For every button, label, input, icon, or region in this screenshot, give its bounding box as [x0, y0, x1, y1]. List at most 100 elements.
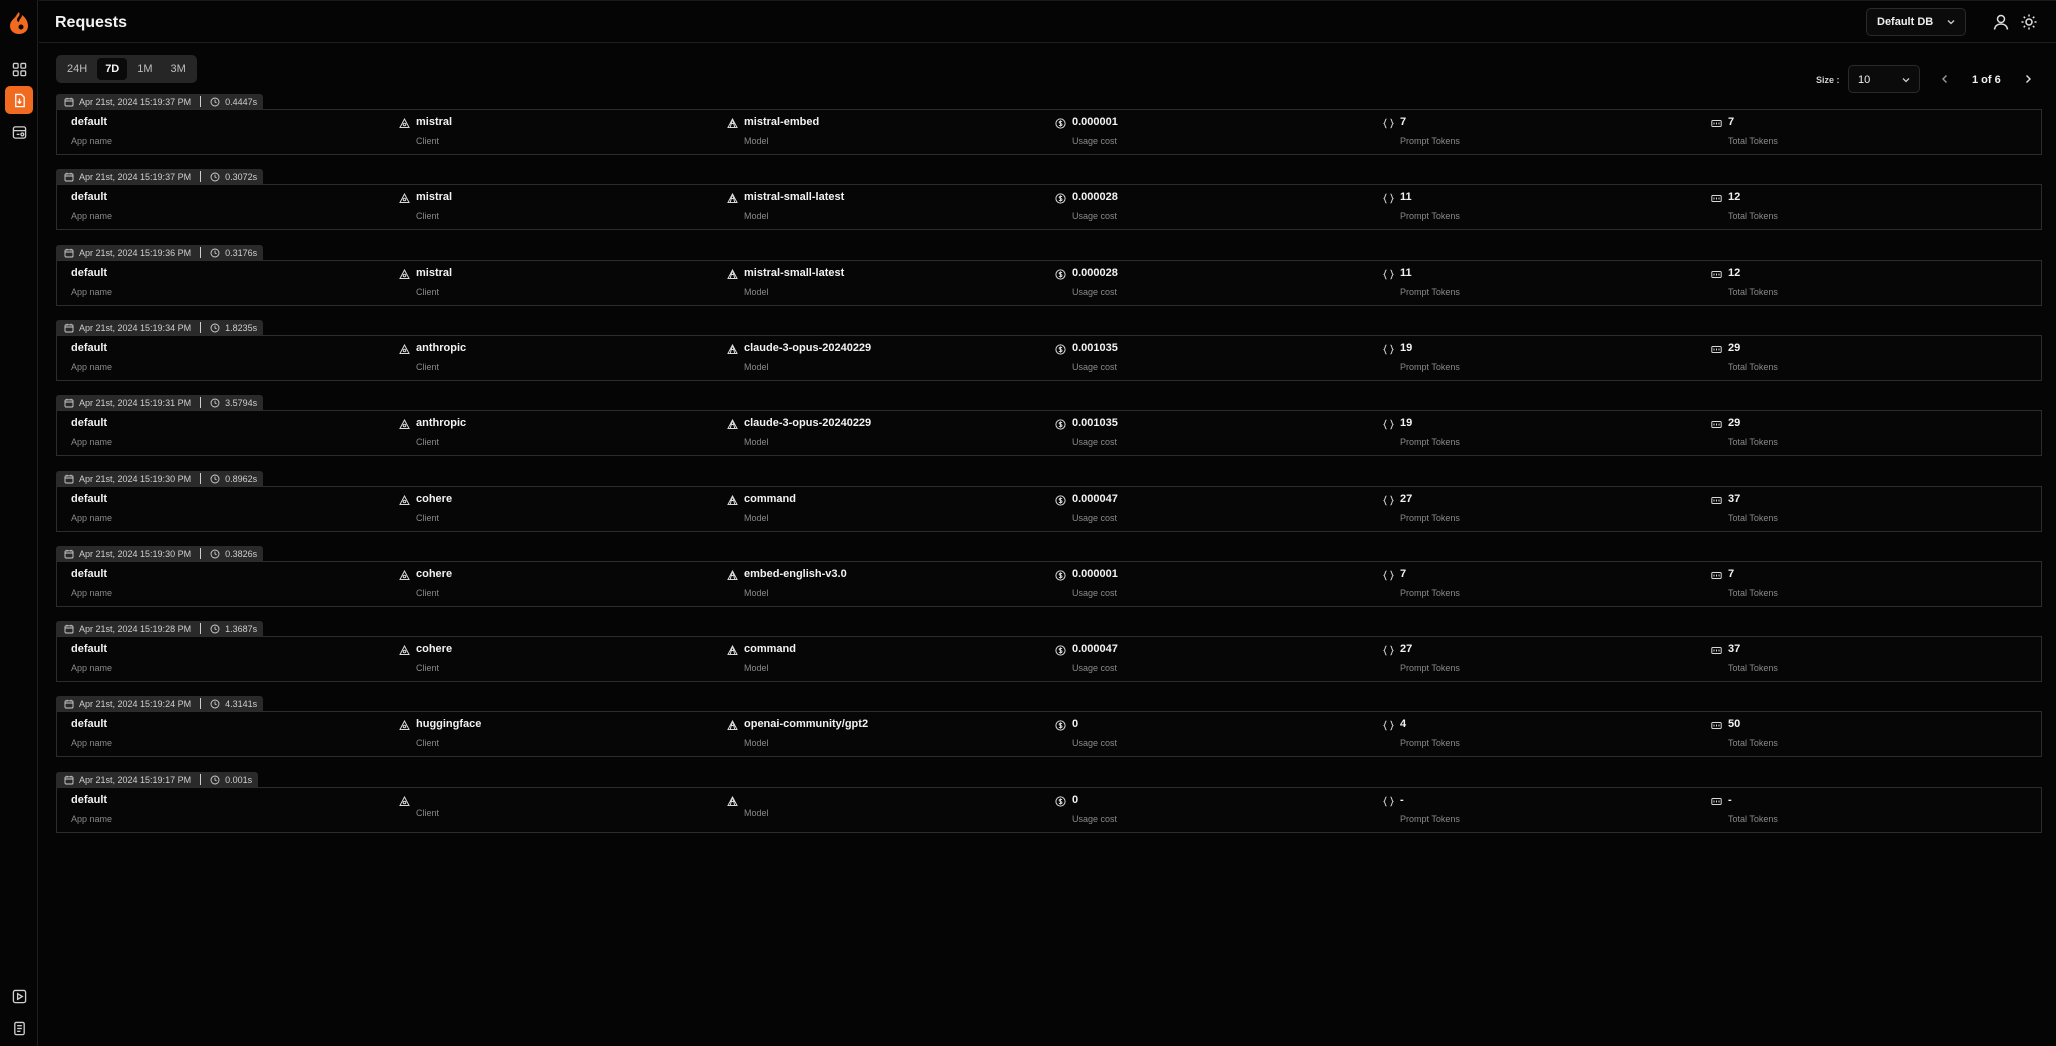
model-label: Model — [744, 663, 769, 673]
dollar-icon — [1055, 495, 1066, 506]
model-icon — [727, 495, 738, 505]
request-timestamp: Apr 21st, 2024 15:19:30 PM — [79, 473, 192, 484]
sidebar — [0, 0, 38, 1046]
request-row[interactable]: Apr 21st, 2024 15:19:36 PM 0.3176s default… — [56, 245, 2042, 311]
nav-playground[interactable] — [5, 982, 33, 1010]
client-value: cohere — [416, 493, 453, 505]
model-label: Model — [744, 136, 769, 146]
request-card[interactable]: default App name mistral Client mistral-smal… — [56, 184, 2042, 230]
request-card[interactable]: default App name Client Model 0 Usage cost - Pr… — [56, 787, 2042, 833]
usage-cost-value: 0.000028 — [1072, 267, 1118, 279]
meta-divider — [200, 247, 202, 258]
request-row[interactable]: Apr 21st, 2024 15:19:31 PM 3.5794s default… — [56, 395, 2042, 461]
next-page-icon[interactable] — [2021, 72, 2035, 86]
nav-dashboard[interactable] — [5, 55, 33, 83]
clock-icon — [210, 398, 220, 407]
app-name-value: default — [71, 267, 108, 279]
meta-divider — [200, 698, 202, 709]
prompt-tokens-label: Prompt Tokens — [1400, 814, 1460, 824]
meta-divider — [200, 473, 202, 484]
total-tokens-label: Total Tokens — [1728, 588, 1778, 598]
dollar-icon — [1055, 419, 1066, 430]
request-timestamp: Apr 21st, 2024 15:19:31 PM — [79, 397, 192, 408]
clock-icon — [210, 248, 220, 257]
request-card[interactable]: default App name mistral Client mistral-smal… — [56, 260, 2042, 306]
model-value: mistral-small-latest — [744, 267, 845, 279]
request-card[interactable]: default App name cohere Client embed-english… — [56, 561, 2042, 607]
user-icon[interactable] — [1992, 13, 2010, 31]
request-card[interactable]: default App name cohere Client command Model 0… — [56, 636, 2042, 682]
range-tab-1m[interactable]: 1M — [129, 58, 160, 80]
model-icon — [727, 344, 738, 354]
model-icon — [727, 720, 738, 730]
prompt-tokens-value: 4 — [1400, 718, 1407, 730]
request-card[interactable]: default App name anthropic Client claude-3-o… — [56, 410, 2042, 456]
client-value: huggingface — [416, 718, 482, 730]
page-indicator: 1 of 6 — [1972, 74, 2001, 86]
calendar-icon — [64, 398, 74, 407]
previous-page-icon[interactable] — [1938, 72, 1952, 86]
sun-icon[interactable] — [2020, 13, 2038, 31]
page-title: Requests — [55, 14, 128, 31]
usage-cost-label: Usage cost — [1072, 513, 1118, 523]
page-size-value: 10 — [1858, 74, 1871, 86]
request-row[interactable]: Apr 21st, 2024 15:19:30 PM 0.3826s default… — [56, 546, 2042, 612]
usage-cost-label: Usage cost — [1072, 738, 1118, 748]
calendar-icon — [64, 474, 74, 483]
braces-icon — [1383, 570, 1394, 581]
tokens-icon — [1711, 722, 1722, 729]
prompt-tokens-value: 7 — [1400, 568, 1407, 580]
client-label: Client — [416, 513, 440, 523]
chevron-down-icon — [1947, 20, 1955, 25]
request-row[interactable]: Apr 21st, 2024 15:19:24 PM 4.3141s default… — [56, 696, 2042, 762]
meta-divider — [200, 171, 202, 182]
total-tokens-value: 7 — [1728, 116, 1735, 128]
request-row[interactable]: Apr 21st, 2024 15:19:30 PM 0.8962s default… — [56, 471, 2042, 537]
request-timestamp: Apr 21st, 2024 15:19:30 PM — [79, 548, 192, 559]
prompt-tokens-label: Prompt Tokens — [1400, 588, 1460, 598]
request-duration: 0.001s — [225, 774, 253, 785]
meta-divider — [200, 548, 202, 559]
request-row[interactable]: Apr 21st, 2024 15:19:17 PM 0.001s default A… — [56, 772, 2042, 838]
app-name-label: App name — [71, 287, 113, 297]
nav-database[interactable] — [5, 118, 33, 146]
model-value: claude-3-opus-20240229 — [744, 417, 872, 429]
usage-cost-value: 0.000047 — [1072, 643, 1118, 655]
client-value: cohere — [416, 643, 453, 655]
docs-icon — [13, 1021, 25, 1035]
range-tab-3m[interactable]: 3M — [163, 58, 194, 80]
flame-logo-icon[interactable] — [8, 11, 30, 35]
clock-icon — [210, 474, 220, 483]
prompt-tokens-value: 19 — [1400, 417, 1413, 429]
model-label: Model — [744, 513, 769, 523]
request-card[interactable]: default App name mistral Client mistral-embe… — [56, 109, 2042, 155]
request-row[interactable]: Apr 21st, 2024 15:19:37 PM 0.3072s default… — [56, 169, 2042, 235]
model-icon — [727, 269, 738, 279]
request-row[interactable]: Apr 21st, 2024 15:19:37 PM 0.4447s default… — [56, 94, 2042, 160]
request-row[interactable]: Apr 21st, 2024 15:19:34 PM 1.8235s default… — [56, 320, 2042, 386]
request-timestamp: Apr 21st, 2024 15:19:28 PM — [79, 623, 192, 634]
db-select[interactable]: Default DB — [1866, 8, 1966, 36]
dollar-icon — [1055, 645, 1066, 656]
page-size-select[interactable]: 10 — [1848, 65, 1920, 93]
size-label: Size : — [1816, 75, 1840, 85]
app-name-value: default — [71, 342, 108, 354]
dollar-icon — [1055, 796, 1066, 807]
client-value: mistral — [416, 116, 453, 128]
range-tab-7d[interactable]: 7D — [97, 58, 128, 80]
total-tokens-label: Total Tokens — [1728, 136, 1778, 146]
requests-icon — [14, 93, 25, 107]
usage-cost-value: 0 — [1072, 794, 1079, 806]
nav-docs[interactable] — [5, 1014, 33, 1042]
app-name-label: App name — [71, 437, 113, 447]
nav-requests[interactable] — [5, 86, 33, 114]
braces-icon — [1383, 419, 1394, 430]
range-tab-24h[interactable]: 24H — [59, 58, 95, 80]
request-card[interactable]: default App name anthropic Client claude-3-o… — [56, 335, 2042, 381]
request-card[interactable]: default App name cohere Client command Model 0… — [56, 486, 2042, 532]
tokens-icon — [1711, 572, 1722, 579]
clock-icon — [210, 172, 220, 181]
request-row[interactable]: Apr 21st, 2024 15:19:28 PM 1.3687s default… — [56, 621, 2042, 687]
request-card[interactable]: default App name huggingface Client openai-c… — [56, 711, 2042, 757]
prompt-tokens-label: Prompt Tokens — [1400, 738, 1460, 748]
